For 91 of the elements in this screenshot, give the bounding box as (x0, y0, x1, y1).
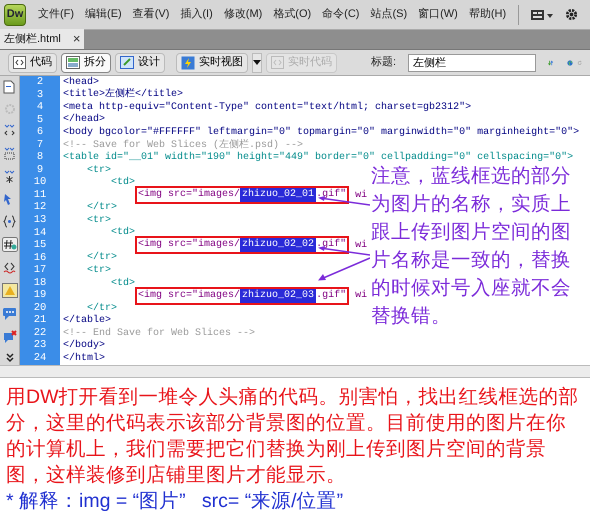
menu-item[interactable]: 文件(F) (38, 6, 74, 23)
line-number: 19 (20, 289, 60, 302)
comment-icon[interactable] (2, 307, 17, 321)
code-comment: <!-- Save for Web Slices (左侧栏.psd) --> (62, 138, 304, 152)
design-icon (120, 56, 134, 69)
line-number: 10 (20, 176, 60, 189)
code-text: <td> (110, 226, 136, 240)
line-number: 4 (20, 101, 60, 114)
warning-icon[interactable] (2, 283, 18, 298)
dropdown-button[interactable] (252, 52, 262, 72)
document-tab[interactable]: 左侧栏.html × (0, 29, 84, 49)
code-text: <tr> (86, 164, 112, 178)
code-text: <table id="__01" width="190" height="449" border="0" cellpadding="0" cellspacing="0"> (62, 150, 574, 165)
more-icon[interactable] (4, 353, 14, 363)
code-text: <img src="images/ zhizuo_02_03 .gif" (135, 286, 350, 305)
caption-text: 用DW打开看到一堆令人头痛的代码。别害怕，找出红线框选的部分，这里的代码表示该部分背景图的位置。目前使用的图片在你的计算机上，我们需要把它们替换为刚上传到图片空间的背景图，这样装修到店铺里图片才能显示。 (6, 385, 580, 488)
code-text: <tr> (86, 214, 112, 228)
line-number: 3 (20, 88, 60, 102)
line-number: 13 (20, 214, 60, 227)
code-icon (270, 56, 284, 69)
code-text: wi (354, 188, 368, 203)
menu-item[interactable]: 编辑(E) (85, 6, 122, 23)
code-text: <td> (110, 176, 136, 190)
app-logo: Dw (4, 4, 26, 26)
code-text: wi (354, 288, 368, 304)
layout-icon[interactable] (531, 8, 554, 20)
line-number: 20 (20, 302, 60, 314)
code-text: </body> (62, 338, 106, 352)
code-text: <meta http-equiv="Content-Type" content="text/html; charset=gb2312"> (62, 100, 472, 114)
menu-item[interactable]: 修改(M) (224, 6, 262, 23)
tag-icon[interactable] (3, 261, 16, 274)
code-text: wi (354, 238, 368, 253)
code-icon (13, 56, 26, 69)
code-text: <img src="images/ zhizuo_02_02 .gif" (135, 236, 350, 254)
line-number: 6 (20, 126, 60, 139)
menu-item[interactable]: 站点(S) (370, 6, 408, 23)
code-text: </html> (62, 352, 106, 365)
menu-item[interactable]: 插入(I) (180, 6, 213, 23)
document-icon[interactable] (3, 80, 16, 94)
collapse-icon[interactable] (3, 124, 16, 138)
caret-icon (252, 60, 261, 65)
star-icon[interactable] (3, 170, 16, 184)
code-text: </tr> (86, 302, 118, 314)
design-view-button[interactable]: 设计 (115, 52, 165, 72)
line-number: 18 (20, 276, 60, 290)
close-icon[interactable]: × (72, 29, 80, 49)
code-comment: <!-- End Save for Web Slices --> (62, 326, 256, 340)
menu-item[interactable]: 帮助(H) (468, 6, 506, 23)
title-field[interactable]: 左侧栏 (408, 54, 536, 72)
code-view-button[interactable]: 代码 (8, 52, 57, 72)
code-text: <head> (62, 76, 100, 88)
live-view-button[interactable]: 实时视图 (176, 52, 248, 72)
line-number: 12 (20, 201, 60, 214)
line-number: 16 (20, 252, 60, 264)
line-number: 8 (20, 151, 60, 164)
code-text: </tr> (86, 250, 118, 265)
code-text: <td> (110, 276, 136, 291)
line-number: 7 (20, 138, 60, 152)
braces-icon[interactable] (3, 215, 16, 228)
line-number: 24 (20, 352, 60, 365)
horizontal-scrollbar[interactable] (0, 365, 590, 378)
title-label: 标题: (370, 55, 396, 70)
remove-comment-icon[interactable] (2, 330, 17, 344)
code-text: <title>左侧栏</title> (62, 87, 184, 102)
line-number: 14 (20, 226, 60, 240)
expand-icon[interactable] (3, 147, 16, 161)
line-number: 23 (20, 339, 60, 352)
explanation-text: * 解释：img = “图片” src= “来源/位置” (6, 489, 344, 514)
line-number: 2 (20, 76, 60, 89)
menu-item[interactable]: 格式(O) (273, 6, 312, 23)
menu-item[interactable]: 查看(V) (132, 6, 170, 23)
menu-item[interactable]: 命令(C) (322, 6, 360, 23)
code-text: <body bgcolor="#FFFFFF" leftmargin="0" topmargin="0" marginwidth="0" marginheight="0"> (62, 126, 580, 138)
line-number: 15 (20, 239, 60, 252)
code-text: </tr> (86, 200, 118, 215)
settings-icon[interactable] (565, 8, 578, 21)
menu-item[interactable]: 窗口(W) (418, 6, 458, 23)
split-view-button[interactable]: 拆分 (61, 52, 111, 72)
code-text: </table> (62, 314, 112, 328)
code-text: <img src="images/ zhizuo_02_01 .gif" (135, 186, 350, 204)
line-number: 21 (20, 314, 60, 327)
line-number: 9 (20, 164, 60, 176)
line-number: 5 (20, 114, 60, 126)
code-text: </head> (62, 112, 106, 126)
hash-icon[interactable] (2, 237, 18, 252)
line-number: 22 (20, 326, 60, 340)
split-icon (66, 56, 80, 69)
line-number: 11 (20, 188, 60, 202)
line-number: 17 (20, 264, 60, 277)
code-text: <tr> (86, 264, 112, 278)
lightning-icon (180, 56, 195, 70)
